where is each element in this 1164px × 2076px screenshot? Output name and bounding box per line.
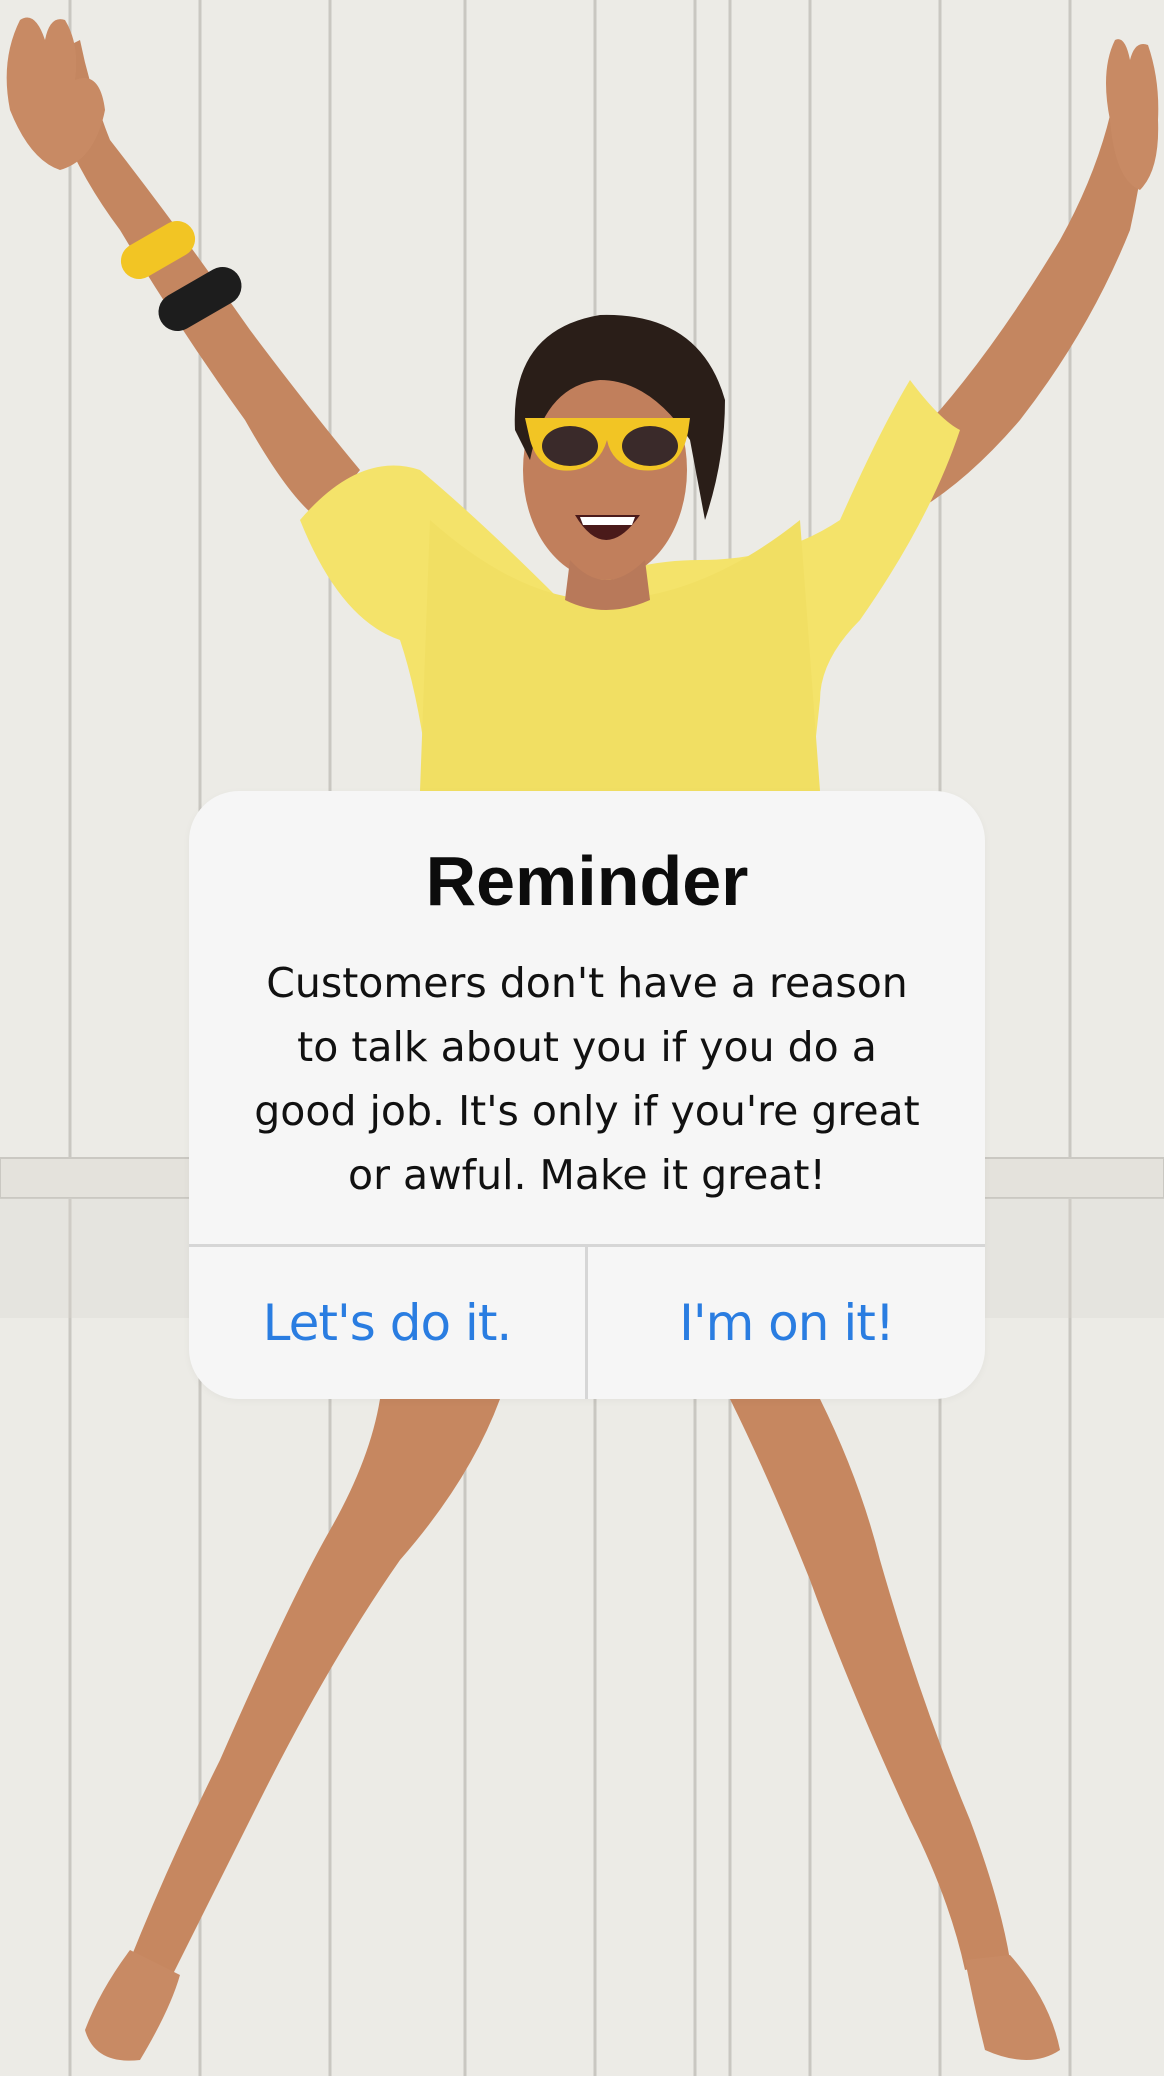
im-on-it-button[interactable]: I'm on it! bbox=[588, 1247, 985, 1399]
reminder-alert-dialog: Reminder Customers don't have a reason t… bbox=[189, 791, 985, 1399]
alert-message: Customers don't have a reason to talk ab… bbox=[254, 959, 920, 1199]
lets-do-it-button[interactable]: Let's do it. bbox=[189, 1247, 585, 1399]
alert-title: Reminder bbox=[425, 842, 749, 920]
